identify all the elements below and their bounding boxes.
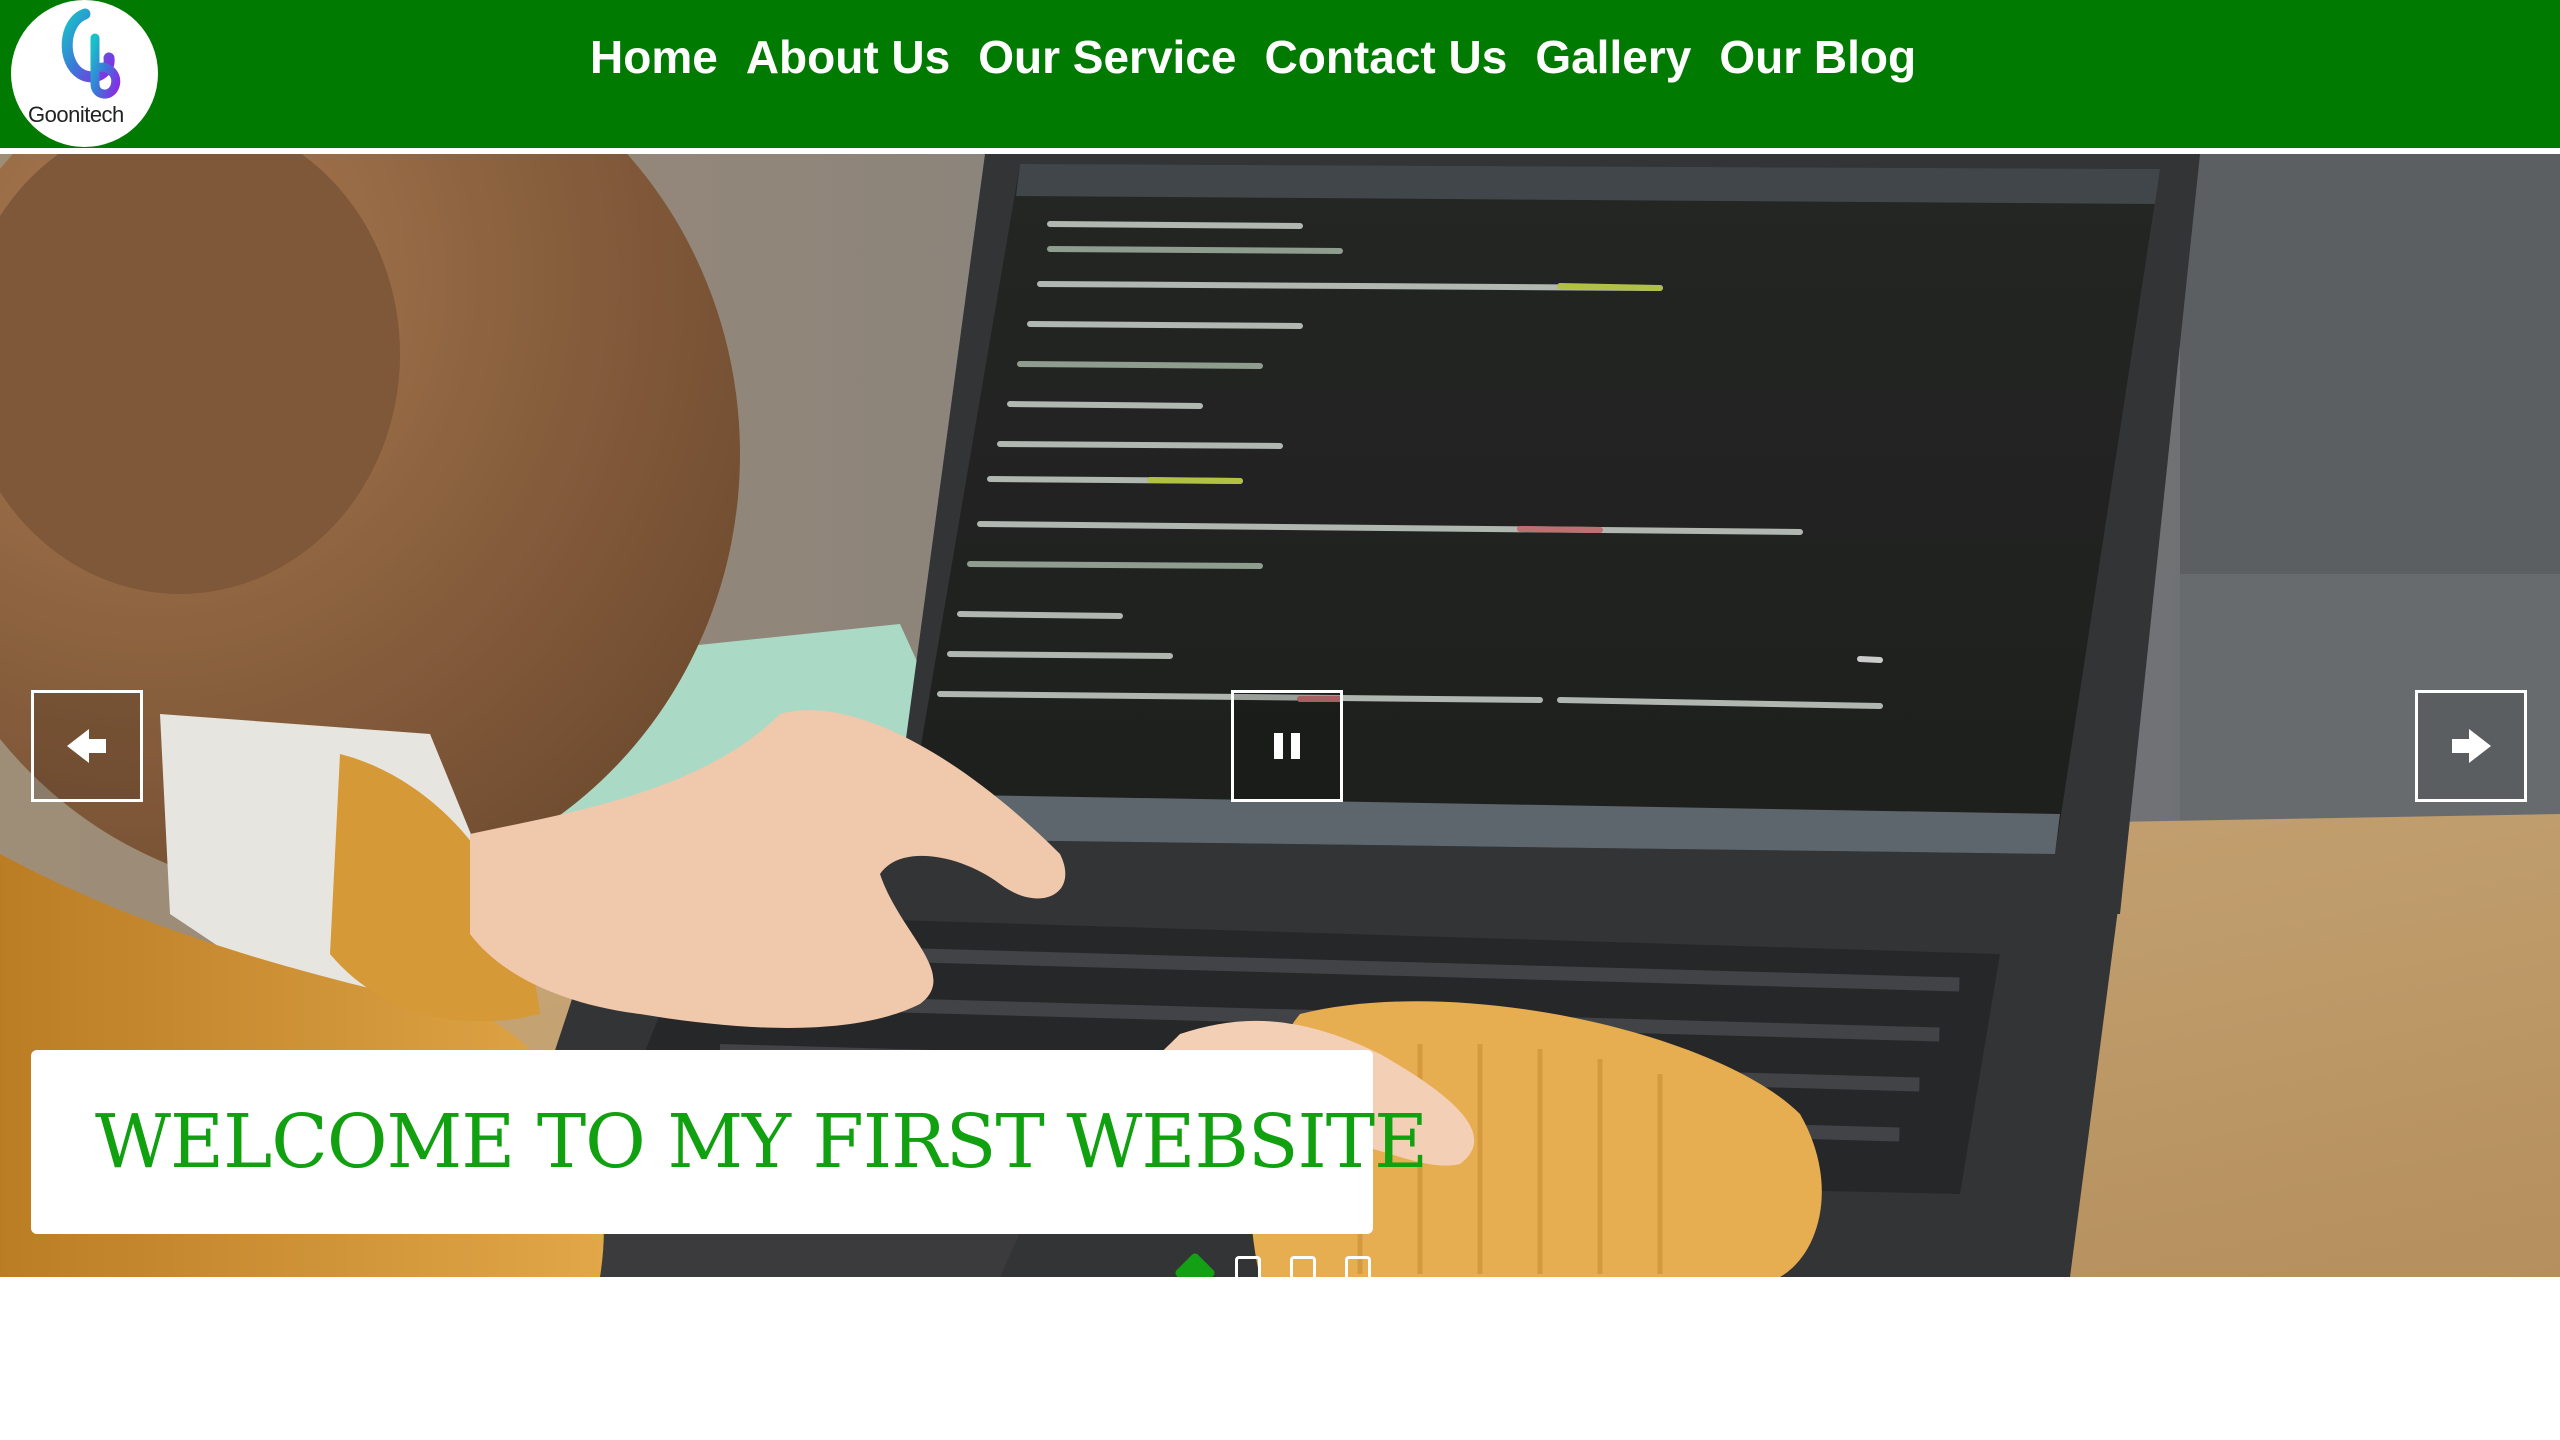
site-header: Goonitech Home About Us Our Service Cont…: [0, 0, 2560, 151]
slide-caption-text: WELCOME TO MY FIRST WEBSITE: [95, 1099, 1428, 1185]
slide-caption: WELCOME TO MY FIRST WEBSITE: [31, 1050, 1428, 1234]
slider-next-button[interactable]: [2415, 690, 2527, 802]
hero-slider: WELCOME TO MY FIRST WEBSITE: [0, 154, 2560, 1277]
arrow-right-icon: [2452, 729, 2491, 763]
slider-pause-button[interactable]: [1231, 690, 1343, 802]
nav-item-about-us[interactable]: About Us: [746, 30, 950, 84]
nav-item-our-service[interactable]: Our Service: [978, 30, 1236, 84]
arrow-left-icon: [67, 729, 106, 763]
slide-indicator-4[interactable]: [1345, 1256, 1371, 1277]
nav-item-home[interactable]: Home: [590, 30, 718, 84]
nav-item-our-blog[interactable]: Our Blog: [1719, 30, 1916, 84]
site-logo[interactable]: Goonitech: [11, 0, 158, 147]
main-nav: Home About Us Our Service Contact Us Gal…: [590, 22, 1944, 92]
slide-indicator-3[interactable]: [1290, 1256, 1316, 1277]
nav-item-gallery[interactable]: Gallery: [1535, 30, 1691, 84]
pause-icon: [1274, 733, 1300, 759]
nav-item-contact-us[interactable]: Contact Us: [1265, 30, 1508, 84]
logo-text: Goonitech: [28, 102, 124, 127]
slider-prev-button[interactable]: [31, 690, 143, 802]
slide-indicator-2[interactable]: [1235, 1256, 1261, 1277]
